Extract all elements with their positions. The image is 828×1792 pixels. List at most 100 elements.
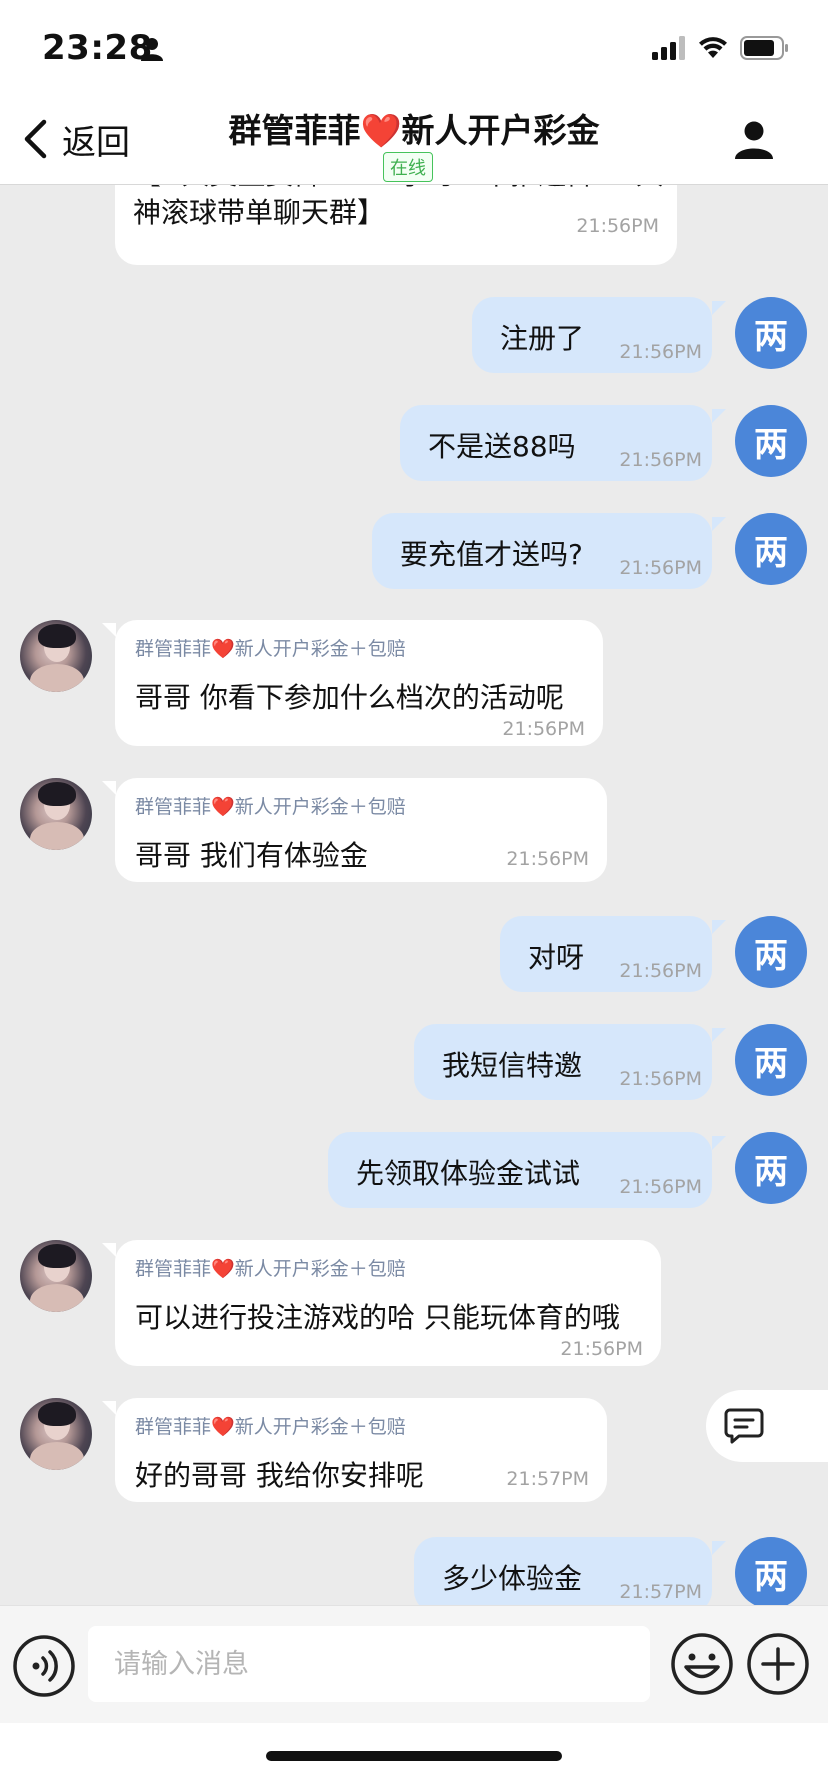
chat-icon bbox=[724, 1408, 764, 1444]
message-timestamp: 21:56PM bbox=[619, 341, 702, 363]
avatar-body-shape bbox=[30, 664, 84, 692]
sender-name-part2: 新人开户彩金＋包赔 bbox=[234, 796, 406, 818]
self-avatar[interactable]: 两 bbox=[735, 1537, 807, 1605]
self-avatar[interactable]: 两 bbox=[735, 1024, 807, 1096]
message-bubble: 多少体验金 21:57PM bbox=[414, 1537, 712, 1605]
message-timestamp: 21:56PM bbox=[560, 1338, 643, 1360]
plus-icon[interactable] bbox=[746, 1632, 810, 1696]
message-timestamp: 21:56PM bbox=[619, 1176, 702, 1198]
message-timestamp: 21:56PM bbox=[619, 1068, 702, 1090]
message-timestamp: 21:56PM bbox=[502, 718, 585, 740]
message-timestamp: 21:57PM bbox=[619, 1581, 702, 1603]
message-bubble: 群管菲菲❤️新人开户彩金＋包赔 哥哥 我们有体验金 21:56PM bbox=[115, 778, 607, 882]
message-text: 不是送88吗 bbox=[428, 430, 576, 463]
message-bubble: 我短信特邀 21:56PM bbox=[414, 1024, 712, 1100]
avatar-hair-shape bbox=[38, 624, 76, 648]
message-list[interactable]: 【U大奖重赏群 + 24小时红单推送群 + 大 神滚球带单聊天群】 21:56P… bbox=[0, 185, 828, 1605]
message-text: 哥哥 我们有体验金 bbox=[135, 839, 368, 872]
sender-name-part1: 群管菲菲 bbox=[135, 1258, 212, 1280]
sender-name-part1: 群管菲菲 bbox=[135, 1416, 212, 1438]
sender-name-part1: 群管菲菲 bbox=[135, 638, 212, 660]
avatar-hair-shape bbox=[38, 1402, 76, 1426]
message-text-line2: 神滚球带单聊天群】 bbox=[133, 196, 386, 229]
chat-title-suffix: 新人开户彩金 bbox=[401, 111, 600, 150]
contact-avatar[interactable] bbox=[20, 778, 92, 850]
message-bubble: 群管菲菲❤️新人开户彩金＋包赔 可以进行投注游戏的哈 只能玩体育的哦 21:56… bbox=[115, 1240, 661, 1366]
heart-emoji: ❤️ bbox=[211, 638, 235, 660]
self-avatar[interactable]: 两 bbox=[735, 1132, 807, 1204]
message-input-bar bbox=[0, 1605, 828, 1724]
sender-name: 群管菲菲❤️新人开户彩金＋包赔 bbox=[135, 1254, 406, 1281]
sender-name-part2: 新人开户彩金＋包赔 bbox=[234, 1416, 406, 1438]
chat-title: 群管菲菲❤️新人开户彩金 bbox=[0, 104, 828, 152]
sender-name-part2: 新人开户彩金＋包赔 bbox=[234, 638, 406, 660]
cellular-signal-icon bbox=[652, 36, 685, 60]
self-avatar[interactable]: 两 bbox=[735, 916, 807, 988]
heart-emoji: ❤️ bbox=[360, 111, 402, 150]
bubble-tail bbox=[712, 1541, 726, 1555]
smiley-icon[interactable] bbox=[670, 1632, 734, 1696]
heart-emoji: ❤️ bbox=[211, 1258, 235, 1280]
chat-title-name: 群管菲菲 bbox=[228, 111, 361, 150]
self-avatar[interactable]: 两 bbox=[735, 297, 807, 369]
message-text: 可以进行投注游戏的哈 只能玩体育的哦 bbox=[135, 1301, 620, 1334]
bubble-tail bbox=[102, 623, 116, 637]
avatar-body-shape bbox=[30, 1442, 84, 1470]
avatar-body-shape bbox=[30, 822, 84, 850]
contact-avatar[interactable] bbox=[20, 620, 92, 692]
sender-name-part1: 群管菲菲 bbox=[135, 796, 212, 818]
message-text: 要充值才送吗? bbox=[400, 538, 583, 571]
home-indicator[interactable] bbox=[266, 1751, 562, 1761]
bubble-tail bbox=[102, 781, 116, 795]
sender-name: 群管菲菲❤️新人开户彩金＋包赔 bbox=[135, 1412, 406, 1439]
sender-name: 群管菲菲❤️新人开户彩金＋包赔 bbox=[135, 634, 406, 661]
bubble-tail bbox=[102, 1243, 116, 1257]
message-text: 哥哥 你看下参加什么档次的活动呢 bbox=[135, 681, 564, 714]
heart-emoji: ❤️ bbox=[211, 796, 235, 818]
message-bubble: 对呀 21:56PM bbox=[500, 916, 712, 992]
message-bubble: 要充值才送吗? 21:56PM bbox=[372, 513, 712, 589]
message-bubble: 群管菲菲❤️新人开户彩金＋包赔 好的哥哥 我给你安排呢 21:57PM bbox=[115, 1398, 607, 1502]
message-text: 注册了 bbox=[500, 322, 585, 355]
message-bubble: 先领取体验金试试 21:56PM bbox=[328, 1132, 712, 1208]
contact-avatar[interactable] bbox=[20, 1398, 92, 1470]
avatar-body-shape bbox=[30, 1284, 84, 1312]
person-icon[interactable] bbox=[734, 120, 774, 160]
home-indicator-area bbox=[0, 1723, 828, 1792]
voice-icon[interactable] bbox=[12, 1634, 76, 1698]
message-timestamp: 21:56PM bbox=[576, 215, 659, 237]
sender-name: 群管菲菲❤️新人开户彩金＋包赔 bbox=[135, 792, 406, 819]
avatar-hair-shape bbox=[38, 1244, 76, 1268]
self-avatar[interactable]: 两 bbox=[735, 405, 807, 477]
self-avatar[interactable]: 两 bbox=[735, 513, 807, 585]
contact-avatar[interactable] bbox=[20, 1240, 92, 1312]
wifi-icon bbox=[699, 37, 727, 58]
person-status-icon bbox=[141, 38, 163, 61]
message-timestamp: 21:56PM bbox=[506, 848, 589, 870]
message-bubble: 不是送88吗 21:56PM bbox=[400, 405, 712, 481]
message-timestamp: 21:56PM bbox=[619, 449, 702, 471]
floating-chat-button[interactable] bbox=[706, 1390, 828, 1462]
bubble-tail bbox=[712, 1136, 726, 1150]
message-text: 好的哥哥 我给你安排呢 bbox=[135, 1459, 424, 1492]
message-text: 先领取体验金试试 bbox=[356, 1157, 581, 1190]
message-bubble: 注册了 21:56PM bbox=[472, 297, 712, 373]
chat-header: 返回 群管菲菲❤️新人开户彩金 在线 bbox=[0, 92, 828, 185]
status-time: 23:28 bbox=[42, 28, 153, 68]
avatar-hair-shape bbox=[38, 782, 76, 806]
message-input[interactable] bbox=[88, 1626, 650, 1702]
status-bar: 23:28 bbox=[0, 0, 828, 92]
message-timestamp: 21:56PM bbox=[619, 960, 702, 982]
message-bubble: 群管菲菲❤️新人开户彩金＋包赔 哥哥 你看下参加什么档次的活动呢 21:56PM bbox=[115, 620, 603, 746]
bubble-tail bbox=[712, 409, 726, 423]
battery-icon bbox=[740, 36, 788, 60]
bubble-tail bbox=[712, 1028, 726, 1042]
message-timestamp: 21:57PM bbox=[506, 1468, 589, 1490]
message-bubble-partial: 【U大奖重赏群 + 24小时红单推送群 + 大 神滚球带单聊天群】 21:56P… bbox=[115, 185, 677, 265]
online-status-badge: 在线 bbox=[383, 152, 433, 182]
sender-name-part2: 新人开户彩金＋包赔 bbox=[234, 1258, 406, 1280]
bubble-tail bbox=[712, 920, 726, 934]
message-timestamp: 21:56PM bbox=[619, 557, 702, 579]
bubble-tail bbox=[712, 301, 726, 315]
heart-emoji: ❤️ bbox=[211, 1416, 235, 1438]
